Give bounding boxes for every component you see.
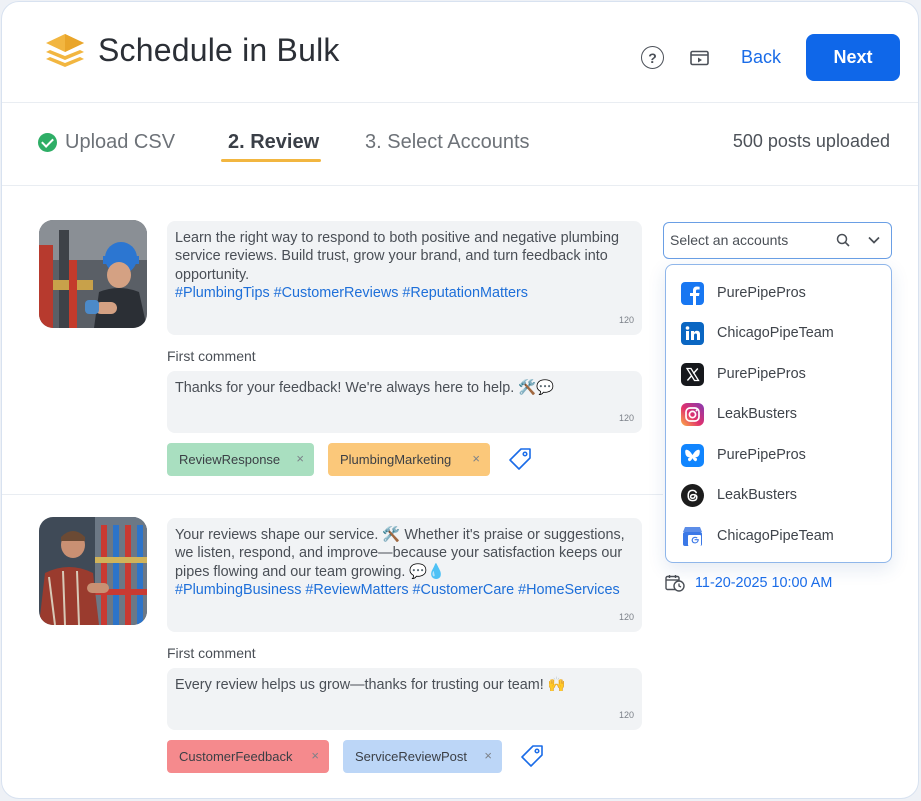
x-icon <box>681 362 704 386</box>
char-counter: 120 <box>618 709 634 720</box>
help-button[interactable]: ? <box>641 46 664 69</box>
remove-tag-button[interactable]: × <box>472 451 480 466</box>
add-tag-icon[interactable] <box>508 447 532 471</box>
plumber-photo <box>39 517 147 625</box>
first-comment-field[interactable]: Every review helps us grow—thanks for tr… <box>167 668 642 730</box>
chevron-down-icon[interactable] <box>867 233 881 247</box>
account-option[interactable]: PurePipePros <box>681 442 806 468</box>
plumber-photo <box>39 220 147 328</box>
step-upload-csv-label: Upload CSV <box>65 131 176 153</box>
account-name: ChicagoPipeTeam <box>717 528 834 544</box>
post-text-field[interactable]: Your reviews shape our service. 🛠️ Wheth… <box>167 518 642 632</box>
calendar-clock-icon <box>665 575 685 592</box>
first-comment-text: Thanks for your feedback! We're always h… <box>175 380 555 396</box>
schedule-datetime[interactable]: 11-20-2025 10:00 AM <box>665 574 832 592</box>
add-tag-icon[interactable] <box>520 744 544 768</box>
help-icon: ? <box>648 49 657 66</box>
account-option[interactable]: PurePipePros <box>681 280 806 306</box>
account-name: LeakBusters <box>717 487 797 503</box>
linkedin-icon <box>681 321 704 345</box>
step-review[interactable]: 2. Review <box>228 131 319 154</box>
first-comment-label: First comment <box>167 645 256 661</box>
search-icon[interactable] <box>836 233 850 247</box>
post-divider <box>2 494 663 495</box>
next-button[interactable]: Next <box>806 34 900 81</box>
facebook-icon <box>681 281 704 305</box>
account-name: PurePipePros <box>717 285 806 301</box>
google-business-icon <box>683 526 702 546</box>
tag-chip: ServiceReviewPost × <box>343 740 502 773</box>
tag-label: PlumbingMarketing <box>340 452 452 467</box>
step-upload-csv[interactable]: Upload CSV <box>38 131 175 154</box>
stepper: Upload CSV 2. Review 3. Select Accounts … <box>2 103 918 186</box>
tag-chip: ReviewResponse × <box>167 443 314 476</box>
bluesky-icon <box>681 443 704 467</box>
threads-icon <box>681 483 704 507</box>
post-text-field[interactable]: Learn the right way to respond to both p… <box>167 221 642 335</box>
tag-label: ServiceReviewPost <box>355 749 467 764</box>
schedule-datetime-value[interactable]: 11-20-2025 10:00 AM <box>695 575 832 591</box>
account-name: LeakBusters <box>717 406 797 422</box>
account-select-placeholder: Select an accounts <box>670 232 789 248</box>
post-image[interactable] <box>39 220 147 328</box>
account-option[interactable]: LeakBusters <box>681 482 797 508</box>
tag-label: ReviewResponse <box>179 452 281 467</box>
first-comment-text: Every review helps us grow—thanks for tr… <box>175 677 566 693</box>
remove-tag-button[interactable]: × <box>311 748 319 763</box>
char-counter: 120 <box>618 412 634 423</box>
remove-tag-button[interactable]: × <box>296 451 304 466</box>
account-select[interactable]: Select an accounts <box>663 222 892 259</box>
header: Schedule in Bulk ? Back Next <box>2 2 918 103</box>
posts-uploaded-count: 500 posts uploaded <box>732 131 890 151</box>
char-counter: 120 <box>618 611 634 622</box>
schedule-in-bulk-dialog: Schedule in Bulk ? Back Next Upload CSV … <box>1 1 919 799</box>
instagram-icon <box>681 402 704 426</box>
video-tutorial-icon[interactable] <box>690 50 709 66</box>
first-comment-label: First comment <box>167 348 256 364</box>
tag-label: CustomerFeedback <box>179 749 293 764</box>
post-text: Your reviews shape our service. 🛠️ Wheth… <box>175 527 625 580</box>
account-option[interactable]: ChicagoPipeTeam <box>681 320 834 346</box>
tag-chip: PlumbingMarketing × <box>328 443 490 476</box>
page-title: Schedule in Bulk <box>98 32 340 68</box>
remove-tag-button[interactable]: × <box>484 748 492 763</box>
post-image[interactable] <box>39 517 147 625</box>
post-hashtags: #PlumbingBusiness #ReviewMatters #Custom… <box>175 582 620 599</box>
step-select-accounts[interactable]: 3. Select Accounts <box>365 131 530 154</box>
post-hashtags: #PlumbingTips #CustomerReviews #Reputati… <box>175 285 528 302</box>
account-dropdown: PurePipePros ChicagoPipeTeam PurePipePro… <box>665 264 892 563</box>
account-option[interactable]: LeakBusters <box>681 401 797 427</box>
check-circle-icon <box>38 133 57 152</box>
post-text: Learn the right way to respond to both p… <box>175 230 620 283</box>
char-counter: 120 <box>618 314 634 325</box>
stack-layers-icon <box>46 34 84 67</box>
account-name: ChicagoPipeTeam <box>717 325 834 341</box>
account-option[interactable]: ChicagoPipeTeam <box>681 523 834 549</box>
account-name: PurePipePros <box>717 366 806 382</box>
first-comment-field[interactable]: Thanks for your feedback! We're always h… <box>167 371 642 433</box>
active-step-underline <box>221 159 321 162</box>
account-name: PurePipePros <box>717 447 806 463</box>
back-button[interactable]: Back <box>741 47 781 68</box>
tag-chip: CustomerFeedback × <box>167 740 329 773</box>
account-option[interactable]: PurePipePros <box>681 361 806 387</box>
